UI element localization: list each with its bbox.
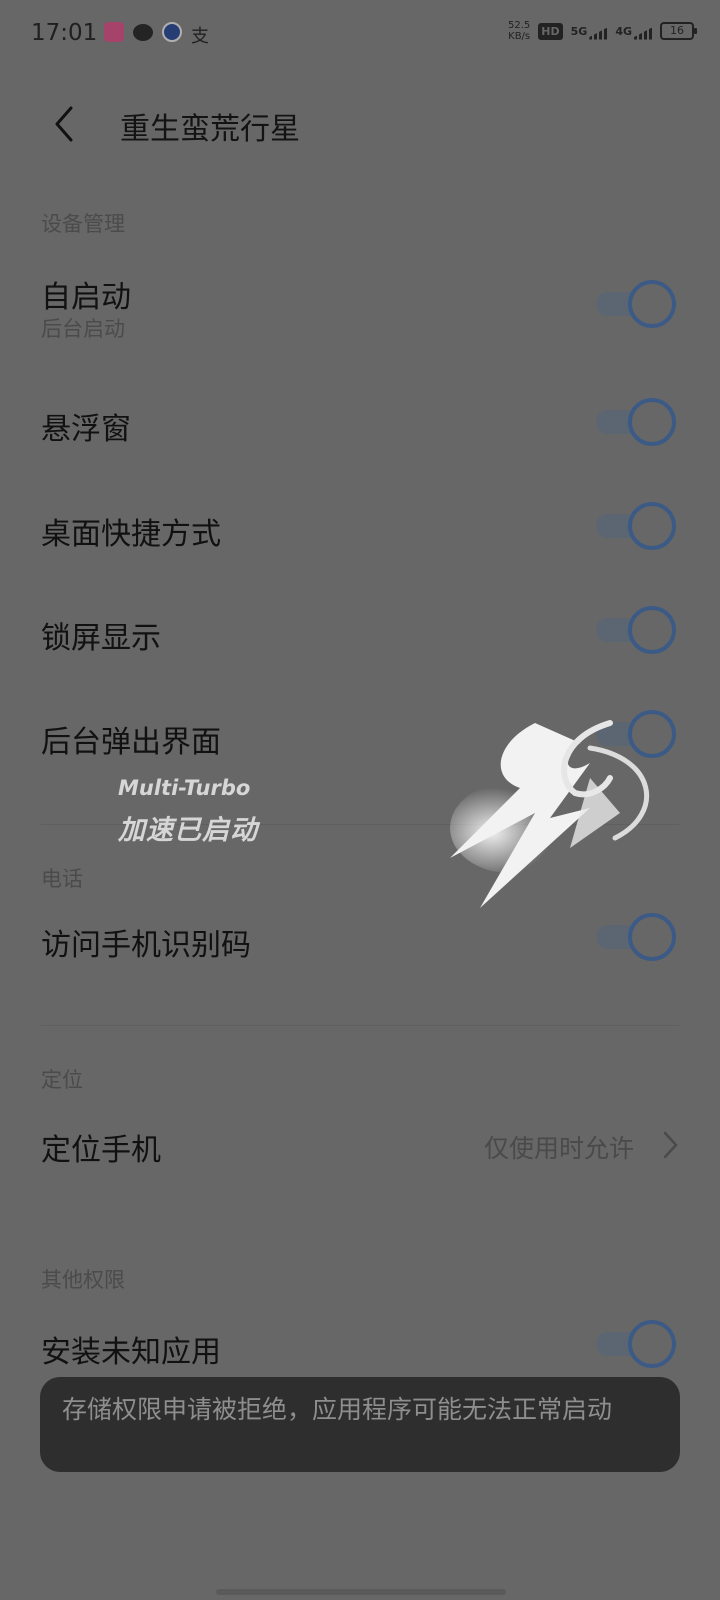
section-other-permissions: 其他权限 [41, 1268, 125, 1292]
hd-icon: HD [538, 22, 563, 40]
turbo-lightning-icon [450, 720, 650, 908]
multi-turbo-banner: Multi-Turbo 加速已启动 [118, 776, 258, 847]
chat-icon [133, 23, 153, 41]
lockscreen-toggle[interactable] [596, 604, 678, 656]
section-device-management: 设备管理 [41, 212, 125, 236]
locate-phone-title: 定位手机 [41, 1133, 161, 1168]
divider [41, 1025, 679, 1026]
multi-turbo-title: Multi-Turbo [118, 776, 251, 800]
header: 重生蛮荒行星 [0, 80, 720, 170]
back-icon[interactable] [47, 104, 87, 144]
page-title: 重生蛮荒行星 [120, 112, 300, 147]
pay-icon: 支 [191, 26, 209, 47]
locate-phone-value: 仅使用时允许 [484, 1134, 635, 1163]
background-popup-title: 后台弹出界面 [41, 725, 221, 760]
section-phone: 电话 [41, 867, 83, 891]
device-id-title: 访问手机识别码 [41, 928, 251, 963]
app-icon [104, 22, 124, 42]
autostart-subtitle: 后台启动 [41, 317, 125, 341]
autostart-toggle[interactable] [596, 278, 678, 330]
autostart-title: 自启动 [41, 280, 131, 315]
signal-5g-icon: 5G [571, 25, 608, 38]
toast-message: 存储权限申请被拒绝，应用程序可能无法正常启动 [40, 1377, 680, 1472]
install-unknown-apps-toggle[interactable] [596, 1318, 678, 1370]
robot-icon [162, 22, 182, 42]
battery-icon: 16 [660, 22, 697, 40]
desktop-shortcut-title: 桌面快捷方式 [41, 517, 221, 552]
floating-window-toggle[interactable] [596, 396, 678, 448]
home-indicator[interactable] [216, 1589, 506, 1595]
section-location: 定位 [41, 1068, 83, 1092]
status-time: 17:01 [31, 20, 98, 46]
network-speed: 52.5 KB/s [508, 20, 531, 42]
status-indicators: 52.5 KB/s HD 5G 4G 16 [508, 20, 697, 42]
notification-icons: 支 [104, 22, 209, 47]
status-bar: 17:01 支 52.5 KB/s HD 5G 4G 16 [0, 0, 720, 68]
multi-turbo-status: 加速已启动 [118, 815, 258, 846]
floating-window-title: 悬浮窗 [41, 412, 131, 447]
lockscreen-title: 锁屏显示 [41, 621, 161, 656]
signal-4g-icon: 4G [615, 25, 652, 38]
chevron-right-icon [663, 1131, 678, 1159]
install-unknown-apps-title: 安装未知应用 [41, 1335, 221, 1370]
desktop-shortcut-toggle[interactable] [596, 500, 678, 552]
